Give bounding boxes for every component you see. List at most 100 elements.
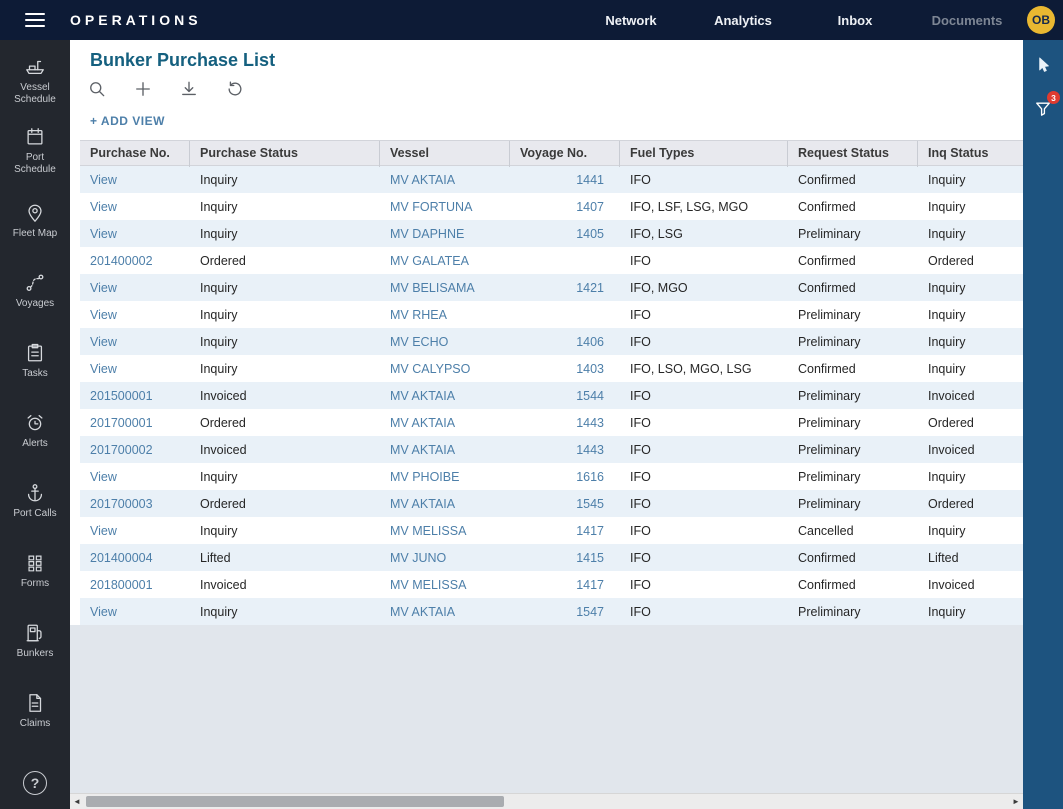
voyage-no-link[interactable]: 1403 xyxy=(510,362,620,376)
voyage-no-link[interactable]: 1544 xyxy=(510,389,620,403)
fuel-types-cell: IFO xyxy=(620,551,788,565)
vessel-link[interactable]: MV BELISAMA xyxy=(380,281,510,295)
table-row: View Inquiry MV ECHO 1406 IFO Preliminar… xyxy=(80,328,1023,355)
purchase-no-link[interactable]: View xyxy=(80,605,190,619)
sidebar-item-alerts[interactable]: Alerts xyxy=(0,396,70,466)
vessel-link[interactable]: MV CALYPSO xyxy=(380,362,510,376)
vessel-link[interactable]: MV AKTAIA xyxy=(380,497,510,511)
vessel-link[interactable]: MV DAPHNE xyxy=(380,227,510,241)
voyage-no-link[interactable]: 1415 xyxy=(510,551,620,565)
purchase-no-link[interactable]: View xyxy=(80,200,190,214)
search-icon[interactable] xyxy=(86,78,108,100)
vessel-link[interactable]: MV GALATEA xyxy=(380,254,510,268)
pointer-tool-button[interactable] xyxy=(1030,52,1056,78)
scrollbar-thumb[interactable] xyxy=(86,796,504,807)
voyage-no-link[interactable]: 1441 xyxy=(510,173,620,187)
purchase-no-link[interactable]: View xyxy=(80,308,190,322)
inq-status-cell: Inquiry xyxy=(918,200,1023,214)
fuel-types-cell: IFO, LSG xyxy=(620,227,788,241)
column-header-purchase-status[interactable]: Purchase Status xyxy=(190,141,380,167)
purchase-no-link[interactable]: 201800001 xyxy=(80,578,190,592)
table-row: 201800001 Invoiced MV MELISSA 1417 IFO C… xyxy=(80,571,1023,598)
purchase-no-link[interactable]: View xyxy=(80,335,190,349)
column-header-request-status[interactable]: Request Status xyxy=(788,141,918,167)
scroll-right-arrow[interactable]: ► xyxy=(1009,794,1023,809)
column-header-purchase-no[interactable]: Purchase No. xyxy=(80,141,190,167)
sidebar-item-bunkers[interactable]: Bunkers xyxy=(0,606,70,676)
purchase-no-link[interactable]: View xyxy=(80,173,190,187)
table-body: View Inquiry MV AKTAIA 1441 IFO Confirme… xyxy=(80,166,1023,625)
purchase-no-link[interactable]: 201500001 xyxy=(80,389,190,403)
vessel-link[interactable]: MV AKTAIA xyxy=(380,443,510,457)
purchase-no-link[interactable]: View xyxy=(80,281,190,295)
purchase-no-link[interactable]: View xyxy=(80,470,190,484)
vessel-link[interactable]: MV AKTAIA xyxy=(380,389,510,403)
nav-item-analytics[interactable]: Analytics xyxy=(687,13,799,28)
purchase-no-link[interactable]: 201400004 xyxy=(80,551,190,565)
sidebar-item-voyages[interactable]: Voyages xyxy=(0,256,70,326)
voyage-no-link[interactable]: 1417 xyxy=(510,524,620,538)
purchase-no-link[interactable]: 201700003 xyxy=(80,497,190,511)
purchase-no-link[interactable]: 201700001 xyxy=(80,416,190,430)
sidebar-item-vessel-schedule[interactable]: Vessel Schedule xyxy=(0,46,70,116)
reset-icon[interactable] xyxy=(224,78,246,100)
sidebar-item-forms[interactable]: Forms xyxy=(0,536,70,606)
voyage-no-link[interactable]: 1616 xyxy=(510,470,620,484)
fuel-types-cell: IFO xyxy=(620,335,788,349)
column-header-voyage-no[interactable]: Voyage No. xyxy=(510,141,620,167)
sidebar-item-port-calls[interactable]: Port Calls xyxy=(0,466,70,536)
scroll-left-arrow[interactable]: ◄ xyxy=(70,794,84,809)
vessel-link[interactable]: MV JUNO xyxy=(380,551,510,565)
voyage-no-link[interactable]: 1421 xyxy=(510,281,620,295)
sidebar-item-port-schedule[interactable]: Port Schedule xyxy=(0,116,70,186)
voyage-no-link[interactable]: 1443 xyxy=(510,416,620,430)
vessel-link[interactable]: MV AKTAIA xyxy=(380,416,510,430)
download-icon[interactable] xyxy=(178,78,200,100)
user-avatar[interactable]: OB xyxy=(1027,6,1055,34)
column-header-inq-status[interactable]: Inq Status xyxy=(918,141,1023,167)
vessel-link[interactable]: MV MELISSA xyxy=(380,524,510,538)
table-row: View Inquiry MV AKTAIA 1547 IFO Prelimin… xyxy=(80,598,1023,625)
purchase-no-link[interactable]: View xyxy=(80,227,190,241)
table-row: 201700002 Invoiced MV AKTAIA 1443 IFO Pr… xyxy=(80,436,1023,463)
filter-button[interactable]: 3 xyxy=(1030,96,1056,122)
purchase-no-link[interactable]: View xyxy=(80,362,190,376)
scrollbar-track[interactable] xyxy=(84,796,1009,807)
nav-item-documents[interactable]: Documents xyxy=(911,13,1023,28)
voyage-no-link[interactable]: 1417 xyxy=(510,578,620,592)
tasks-icon xyxy=(24,342,46,364)
voyage-no-link[interactable]: 1406 xyxy=(510,335,620,349)
hamburger-menu-icon[interactable] xyxy=(0,13,70,27)
sidebar-item-fleet-map[interactable]: Fleet Map xyxy=(0,186,70,256)
column-header-vessel[interactable]: Vessel xyxy=(380,141,510,167)
vessel-link[interactable]: MV AKTAIA xyxy=(380,605,510,619)
voyage-no-link[interactable]: 1407 xyxy=(510,200,620,214)
vessel-link[interactable]: MV RHEA xyxy=(380,308,510,322)
add-icon[interactable] xyxy=(132,78,154,100)
vessel-link[interactable]: MV ECHO xyxy=(380,335,510,349)
help-button[interactable]: ? xyxy=(23,771,47,795)
fuel-types-cell: IFO xyxy=(620,254,788,268)
voyage-no-link[interactable]: 1405 xyxy=(510,227,620,241)
vessel-link[interactable]: MV AKTAIA xyxy=(380,173,510,187)
purchase-no-link[interactable]: 201700002 xyxy=(80,443,190,457)
voyage-no-link[interactable]: 1547 xyxy=(510,605,620,619)
vessel-link[interactable]: MV FORTUNA xyxy=(380,200,510,214)
nav-item-inbox[interactable]: Inbox xyxy=(799,13,911,28)
table-row: View Inquiry MV AKTAIA 1441 IFO Confirme… xyxy=(80,166,1023,193)
table-row: View Inquiry MV RHEA IFO Preliminary Inq… xyxy=(80,301,1023,328)
filter-count-badge: 3 xyxy=(1047,91,1060,104)
voyage-no-link[interactable]: 1443 xyxy=(510,443,620,457)
vessel-link[interactable]: MV PHOIBE xyxy=(380,470,510,484)
sidebar-item-tasks[interactable]: Tasks xyxy=(0,326,70,396)
sidebar-item-claims[interactable]: Claims xyxy=(0,676,70,746)
horizontal-scrollbar[interactable]: ◄ ► xyxy=(70,793,1023,809)
purchase-no-link[interactable]: View xyxy=(80,524,190,538)
purchase-no-link[interactable]: 201400002 xyxy=(80,254,190,268)
port-calls-icon xyxy=(24,482,46,504)
column-header-fuel-types[interactable]: Fuel Types xyxy=(620,141,788,167)
vessel-link[interactable]: MV MELISSA xyxy=(380,578,510,592)
nav-item-network[interactable]: Network xyxy=(575,13,687,28)
voyage-no-link[interactable]: 1545 xyxy=(510,497,620,511)
add-view-button[interactable]: + ADD VIEW xyxy=(90,114,165,128)
